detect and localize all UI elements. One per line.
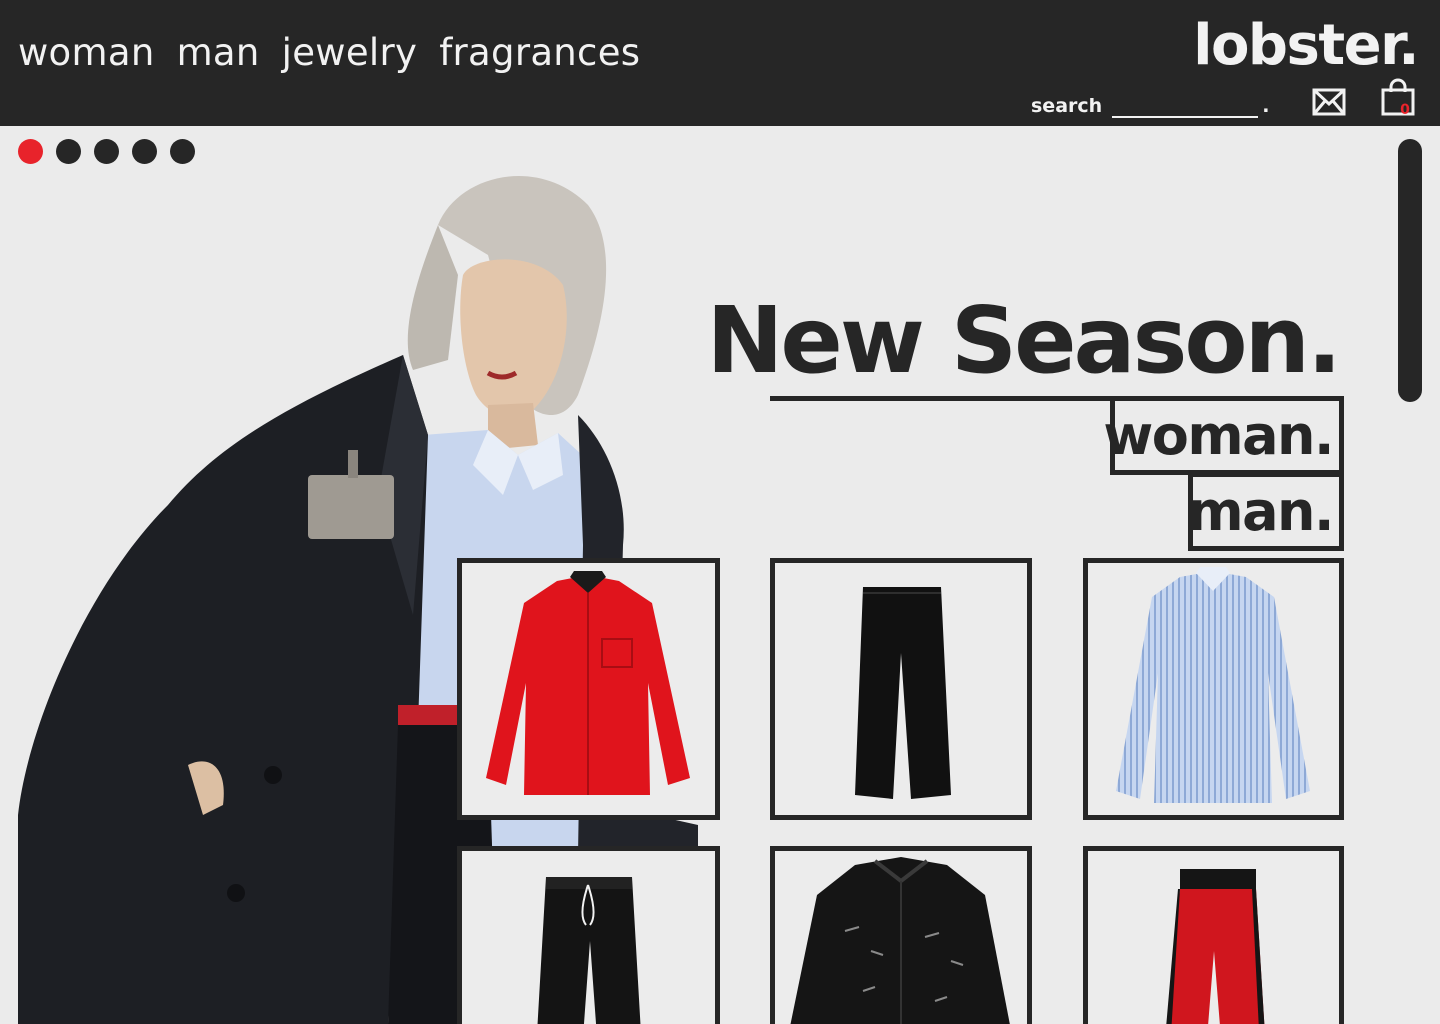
carousel-dot-3[interactable] bbox=[94, 139, 119, 164]
search-suffix: . bbox=[1262, 95, 1270, 117]
black-trousers-image bbox=[855, 587, 951, 799]
nav-item-jewelry[interactable]: jewelry bbox=[282, 30, 418, 76]
nav-item-man[interactable]: man bbox=[177, 30, 260, 76]
mail-button[interactable] bbox=[1312, 88, 1346, 116]
mail-icon bbox=[1312, 88, 1346, 116]
product-card-red-track-pants[interactable] bbox=[1083, 846, 1344, 1024]
carousel-dot-2[interactable] bbox=[56, 139, 81, 164]
carousel-dot-4[interactable] bbox=[132, 139, 157, 164]
product-card-black-denim-jacket[interactable] bbox=[770, 846, 1032, 1024]
brand-logo[interactable]: lobster. bbox=[1193, 14, 1419, 78]
blue-striped-shirt-image bbox=[1116, 567, 1310, 803]
carousel-dots bbox=[18, 139, 195, 164]
red-shirt-image bbox=[486, 571, 690, 795]
product-card-blue-striped-shirt[interactable] bbox=[1083, 558, 1344, 820]
product-card-red-shirt[interactable] bbox=[457, 558, 720, 820]
nav-item-woman[interactable]: woman bbox=[18, 30, 155, 76]
shop-woman-link[interactable]: woman. bbox=[1103, 396, 1344, 475]
product-card-black-drawstring-trousers[interactable] bbox=[457, 846, 720, 1024]
cart-button[interactable]: 0 bbox=[1380, 78, 1416, 118]
black-denim-jacket-image bbox=[790, 857, 1010, 1024]
search-input[interactable] bbox=[1112, 96, 1259, 118]
cart-count: 0 bbox=[1400, 102, 1410, 118]
carousel-dot-5[interactable] bbox=[170, 139, 195, 164]
shop-man-link[interactable]: man. bbox=[1187, 472, 1344, 551]
new-season-headline: New Season. bbox=[706, 287, 1342, 394]
black-drawstring-trousers-image bbox=[537, 877, 641, 1024]
search-bar: search . bbox=[1031, 94, 1269, 118]
scrollbar-thumb[interactable] bbox=[1398, 139, 1422, 402]
product-card-black-trousers[interactable] bbox=[770, 558, 1032, 820]
search-label: search bbox=[1031, 95, 1103, 117]
shopping-bag-icon: 0 bbox=[1381, 78, 1415, 118]
carousel-dot-1[interactable] bbox=[18, 139, 43, 164]
red-track-pants-image bbox=[1166, 869, 1265, 1024]
nav-item-fragrances[interactable]: fragrances bbox=[439, 30, 640, 76]
top-header: woman man jewelry fragrances lobster. se… bbox=[0, 0, 1440, 126]
main-nav: woman man jewelry fragrances bbox=[18, 30, 640, 76]
